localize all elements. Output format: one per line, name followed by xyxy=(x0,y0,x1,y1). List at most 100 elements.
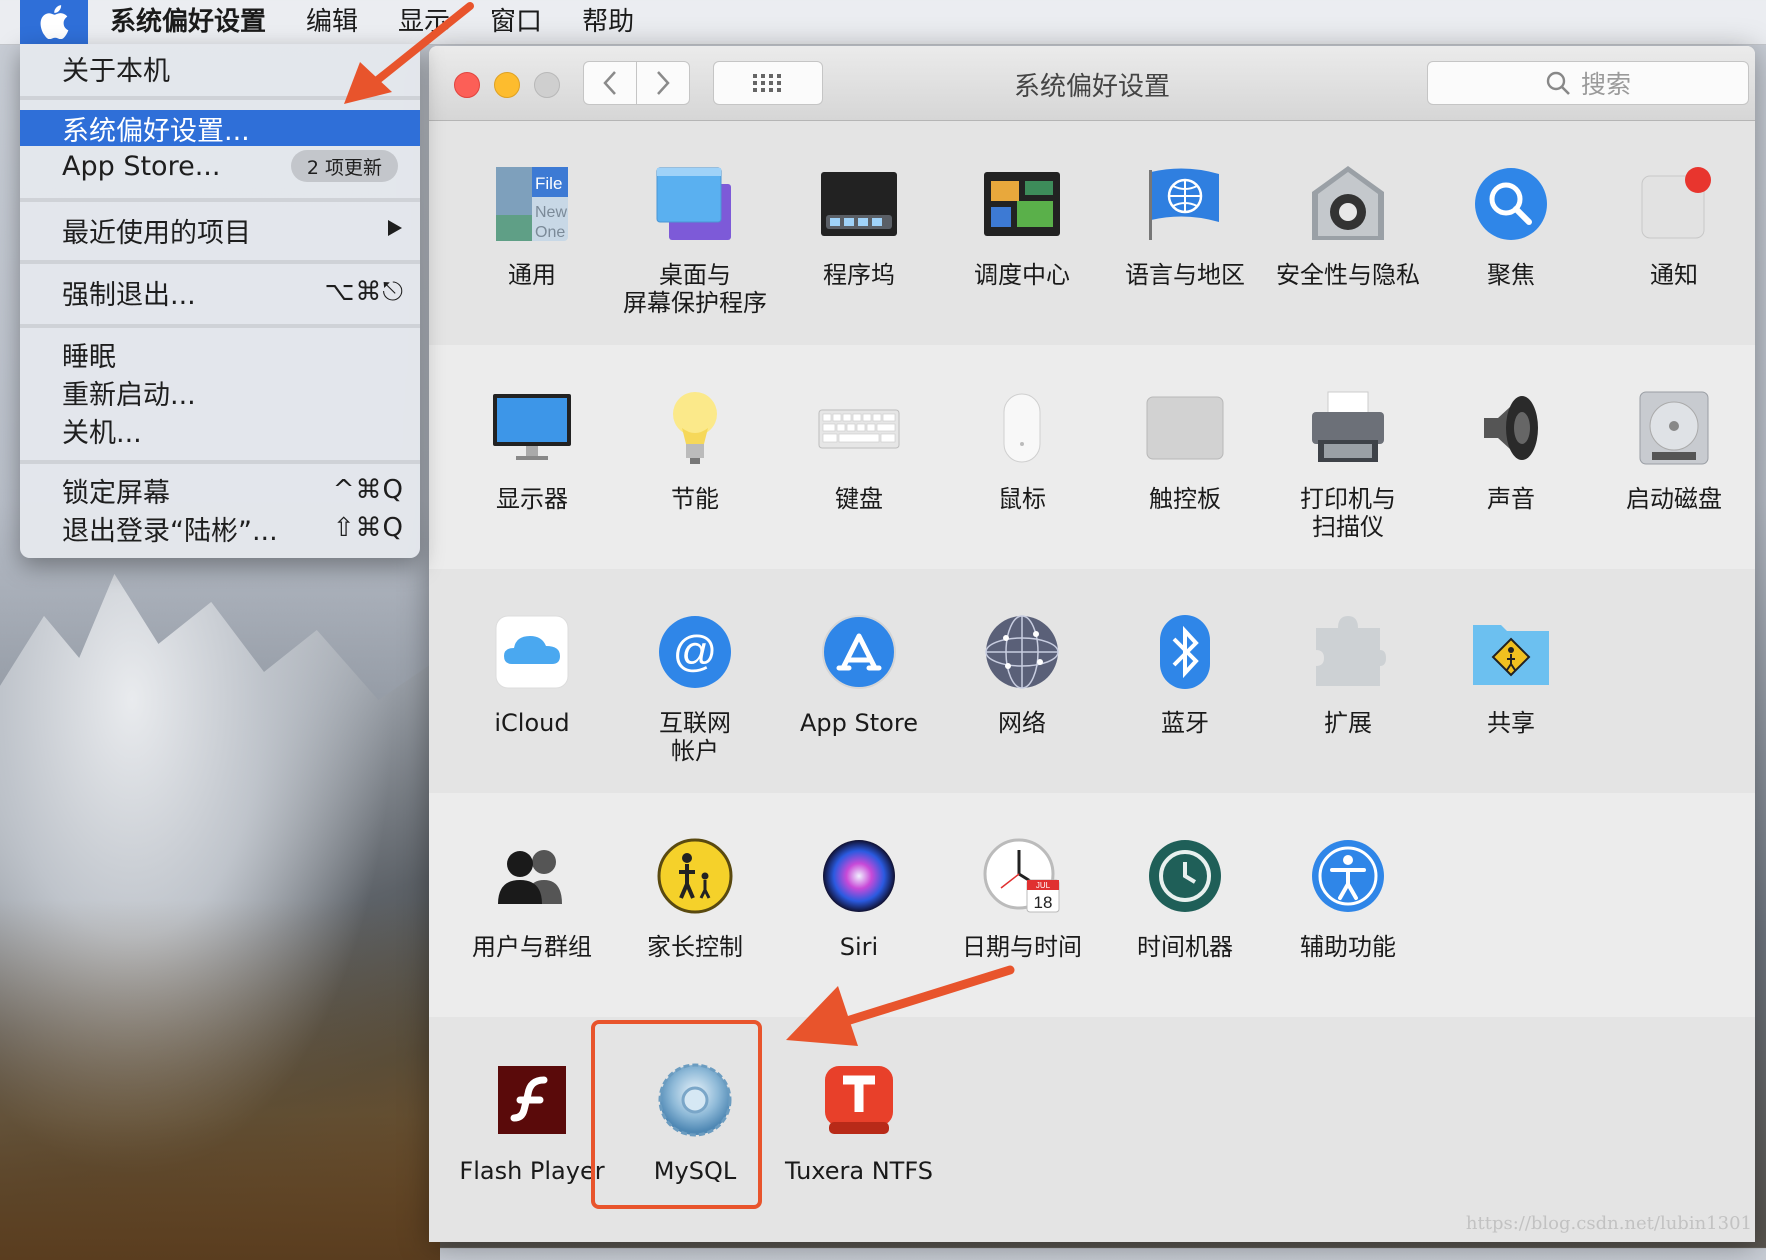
shortcut-label: ^⌘Q xyxy=(332,475,404,505)
menu-item-system-preferences[interactable]: 系统偏好设置... xyxy=(20,110,420,147)
menu-system-preferences[interactable]: 系统偏好设置 xyxy=(88,0,286,44)
internet-accounts-icon: @ xyxy=(654,611,736,693)
menu-item-label: 退出登录“陆彬”... xyxy=(62,515,278,547)
svg-text:@: @ xyxy=(673,627,718,676)
annotation-arrow-bottom xyxy=(786,965,1015,1046)
printer-icon xyxy=(1307,387,1389,469)
trackpad-icon xyxy=(1144,387,1226,469)
date-time-icon: JUL 18 xyxy=(981,835,1063,917)
pane-sound[interactable]: 声音 xyxy=(1430,345,1592,545)
menu-item-restart[interactable]: 重新启动... xyxy=(20,374,420,411)
apple-icon xyxy=(40,5,69,39)
minimize-button[interactable] xyxy=(494,72,520,98)
menu-item-shutdown[interactable]: 关机... xyxy=(20,412,420,449)
menu-item-force-quit[interactable]: 强制退出... ⌥⌘⎋ xyxy=(20,274,420,311)
display-icon xyxy=(491,387,573,469)
chevron-right-icon xyxy=(657,71,670,95)
pane-internet-accounts[interactable]: @ 互联网 帐户 xyxy=(614,569,776,769)
menu-item-label: App Store... xyxy=(62,150,221,182)
pane-users-groups[interactable]: 用户与群组 xyxy=(451,793,613,993)
network-icon xyxy=(981,611,1063,693)
sharing-icon xyxy=(1470,611,1552,693)
pane-app-store[interactable]: App Store xyxy=(778,569,940,769)
menu-item-recent-items[interactable]: 最近使用的项目 xyxy=(20,212,420,249)
app-store-icon xyxy=(818,611,900,693)
siri-icon xyxy=(818,835,900,917)
search-field[interactable]: 搜索 xyxy=(1427,61,1749,105)
pane-row-system: 用户与群组 家长控制 Siri JUL 18 日期与时间 时间机器 辅助功能 xyxy=(429,793,1755,1018)
pane-bluetooth[interactable]: 蓝牙 xyxy=(1104,569,1266,769)
menu-item-label: 关机... xyxy=(62,417,142,449)
pane-flash-player[interactable]: Flash Player xyxy=(451,1017,613,1217)
pane-time-machine[interactable]: 时间机器 xyxy=(1104,793,1266,993)
svg-text:One: One xyxy=(535,224,565,241)
users-icon xyxy=(491,835,573,917)
pane-network[interactable]: 网络 xyxy=(941,569,1103,769)
energy-icon xyxy=(654,387,736,469)
keyboard-icon xyxy=(818,387,900,469)
pane-sharing[interactable]: 共享 xyxy=(1430,569,1592,769)
accessibility-icon xyxy=(1307,835,1389,917)
pane-label: 声音 xyxy=(1487,485,1535,513)
svg-text:18: 18 xyxy=(1034,893,1053,912)
menu-separator xyxy=(20,260,420,264)
menu-help[interactable]: 帮助 xyxy=(562,0,654,44)
menu-separator xyxy=(20,460,420,464)
show-all-button[interactable] xyxy=(713,61,823,105)
pane-keyboard[interactable]: 键盘 xyxy=(778,345,940,545)
update-badge: 2 项更新 xyxy=(290,150,398,182)
pane-energy-saver[interactable]: 节能 xyxy=(614,345,776,545)
forward-button[interactable] xyxy=(636,61,690,105)
pane-notifications[interactable]: 通知 xyxy=(1593,121,1755,321)
menu-item-label: 强制退出... xyxy=(62,279,196,311)
back-button[interactable] xyxy=(583,61,637,105)
pane-printers-scanners[interactable]: 打印机与 扫描仪 xyxy=(1267,345,1429,545)
pane-displays[interactable]: 显示器 xyxy=(451,345,613,545)
startup-disk-icon xyxy=(1633,387,1715,469)
time-machine-icon xyxy=(1144,835,1226,917)
menu-item-lock-screen[interactable]: 锁定屏幕 ^⌘Q xyxy=(20,472,420,509)
desktop-wallpaper-foreground xyxy=(0,900,440,1260)
pane-label: 用户与群组 xyxy=(472,933,592,961)
pane-label: 通知 xyxy=(1650,261,1698,289)
menu-bar: 系统偏好设置 编辑 显示 窗口 帮助 xyxy=(0,0,1766,45)
apple-menu-button[interactable] xyxy=(20,0,88,44)
pane-accessibility[interactable]: 辅助功能 xyxy=(1267,793,1429,993)
pane-row-internet: iCloud @ 互联网 帐户 App Store 网络 蓝牙 扩展 共享 xyxy=(429,569,1755,794)
pane-security-privacy[interactable]: 安全性与隐私 xyxy=(1267,121,1429,321)
pane-label: 启动磁盘 xyxy=(1626,485,1722,513)
menu-item-sleep[interactable]: 睡眠 xyxy=(20,336,420,373)
pane-dock[interactable]: 程序坞 xyxy=(778,121,940,321)
mission-control-icon xyxy=(981,163,1063,245)
menu-separator xyxy=(20,198,420,202)
pane-mission-control[interactable]: 调度中心 xyxy=(941,121,1103,321)
pane-label: 网络 xyxy=(998,709,1046,737)
pane-language-region[interactable]: 语言与地区 xyxy=(1104,121,1266,321)
pane-general[interactable]: File New One 通用 xyxy=(451,121,613,321)
pane-label: 语言与地区 xyxy=(1125,261,1245,289)
pane-desktop-screensaver[interactable]: 桌面与 屏幕保护程序 xyxy=(614,121,776,321)
pane-extensions[interactable]: 扩展 xyxy=(1267,569,1429,769)
pane-label: 时间机器 xyxy=(1137,933,1233,961)
zoom-button[interactable] xyxy=(534,72,560,98)
security-icon xyxy=(1307,163,1389,245)
pane-mouse[interactable]: 鼠标 xyxy=(941,345,1103,545)
menu-item-logout[interactable]: 退出登录“陆彬”... ⇧⌘Q xyxy=(20,510,420,547)
pane-label: 节能 xyxy=(671,485,719,513)
pane-spotlight[interactable]: 聚焦 xyxy=(1430,121,1592,321)
desktop-icon xyxy=(654,163,736,245)
grid-icon xyxy=(753,74,781,92)
pane-parental-controls[interactable]: 家长控制 xyxy=(614,793,776,993)
pane-label: 键盘 xyxy=(835,485,883,513)
pane-icloud[interactable]: iCloud xyxy=(451,569,613,769)
submenu-arrow-icon xyxy=(386,215,404,245)
notifications-icon xyxy=(1633,163,1715,245)
menu-item-label: 系统偏好设置... xyxy=(62,115,250,147)
pane-label: 辅助功能 xyxy=(1300,933,1396,961)
menu-item-app-store[interactable]: App Store... 2 项更新 xyxy=(20,148,420,184)
extensions-icon xyxy=(1307,611,1389,693)
pane-trackpad[interactable]: 触控板 xyxy=(1104,345,1266,545)
shortcut-label: ⌥⌘⎋ xyxy=(324,276,404,307)
pane-startup-disk[interactable]: 启动磁盘 xyxy=(1593,345,1755,545)
search-icon xyxy=(1546,71,1570,95)
